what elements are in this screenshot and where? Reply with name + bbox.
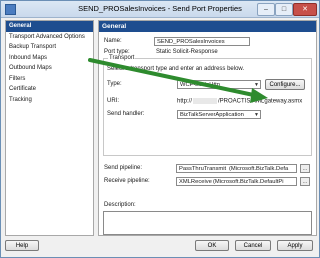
- nav-item-filters[interactable]: Filters: [6, 74, 93, 85]
- receive-pipeline-select[interactable]: XMLReceive (Microsoft.BizTalk.DefaultPi: [176, 177, 297, 186]
- cancel-button[interactable]: Cancel: [235, 240, 271, 251]
- close-button[interactable]: ✕: [293, 3, 317, 16]
- nav-item-certificate[interactable]: Certificate: [6, 84, 93, 95]
- uri-suffix: /PROACTIS/XMLgateway.asmx: [218, 98, 303, 105]
- transport-type-value: WCF-BasicHttp: [180, 82, 220, 88]
- nav-item-transport-advanced-options[interactable]: Transport Advanced Options: [6, 32, 93, 43]
- nav-item-backup-transport[interactable]: Backup Transport: [6, 42, 93, 53]
- uri-value: http:// /PROACTIS/XMLgateway.asmx: [177, 98, 302, 105]
- nav-item-outbound-maps[interactable]: Outbound Maps: [6, 63, 93, 74]
- transport-hint: Select a transport type and enter an add…: [107, 66, 245, 72]
- nav-item-inbound-maps[interactable]: Inbound Maps: [6, 53, 93, 64]
- description-field[interactable]: [103, 211, 312, 235]
- apply-button[interactable]: Apply: [277, 240, 313, 251]
- settings-nav: General Transport Advanced Options Backu…: [5, 20, 94, 236]
- port-type-value: Static Solicit-Response: [156, 49, 218, 55]
- send-pipeline-select[interactable]: PassThruTransmit (Microsoft.BizTalk.Defa: [176, 164, 297, 173]
- chevron-down-icon: ▼: [254, 82, 259, 88]
- panel-header: General: [99, 21, 316, 32]
- receive-pipeline-assembly: (Microsoft.BizTalk.DefaultPi: [213, 179, 284, 185]
- uri-label: URI:: [107, 98, 119, 104]
- nav-item-tracking[interactable]: Tracking: [6, 95, 93, 106]
- help-button[interactable]: Help: [5, 240, 39, 251]
- ok-button[interactable]: OK: [195, 240, 229, 251]
- configure-button[interactable]: Configure...: [265, 79, 305, 90]
- send-pipeline-value: PassThruTransmit: [179, 166, 227, 172]
- transport-group-title: Transport: [108, 55, 136, 61]
- minimize-button[interactable]: –: [257, 3, 275, 16]
- send-pipeline-ellipsis-button[interactable]: ...: [300, 164, 310, 173]
- transport-group: Transport Select a transport type and en…: [103, 55, 312, 156]
- receive-pipeline-label: Receive pipeline:: [104, 178, 150, 184]
- title-bar: SEND_PROSalesInvoices - Send Port Proper…: [1, 1, 319, 18]
- nav-item-general[interactable]: General: [6, 21, 93, 32]
- send-handler-value: BizTalkServerApplication: [180, 112, 244, 118]
- type-label: Type:: [107, 81, 122, 87]
- name-label: Name:: [104, 38, 122, 44]
- description-label: Description:: [104, 202, 136, 208]
- send-handler-label: Send handler:: [107, 111, 145, 117]
- name-field[interactable]: SEND_PROSalesInvoices: [154, 37, 250, 46]
- receive-pipeline-ellipsis-button[interactable]: ...: [300, 177, 310, 186]
- send-pipeline-label: Send pipeline:: [104, 165, 143, 171]
- transport-type-select[interactable]: WCF-BasicHttp ▼: [177, 80, 261, 89]
- send-port-properties-dialog: SEND_PROSalesInvoices - Send Port Proper…: [0, 0, 320, 258]
- general-panel: General Name: SEND_PROSalesInvoices Port…: [98, 20, 317, 236]
- chevron-down-icon: ▼: [254, 112, 259, 118]
- maximize-button[interactable]: □: [275, 3, 293, 16]
- send-handler-select[interactable]: BizTalkServerApplication ▼: [177, 110, 261, 119]
- send-pipeline-assembly: (Microsoft.BizTalk.Defa: [229, 166, 289, 172]
- receive-pipeline-value: XMLReceive: [179, 179, 212, 185]
- redacted-host: [193, 98, 218, 104]
- uri-prefix: http://: [177, 98, 193, 105]
